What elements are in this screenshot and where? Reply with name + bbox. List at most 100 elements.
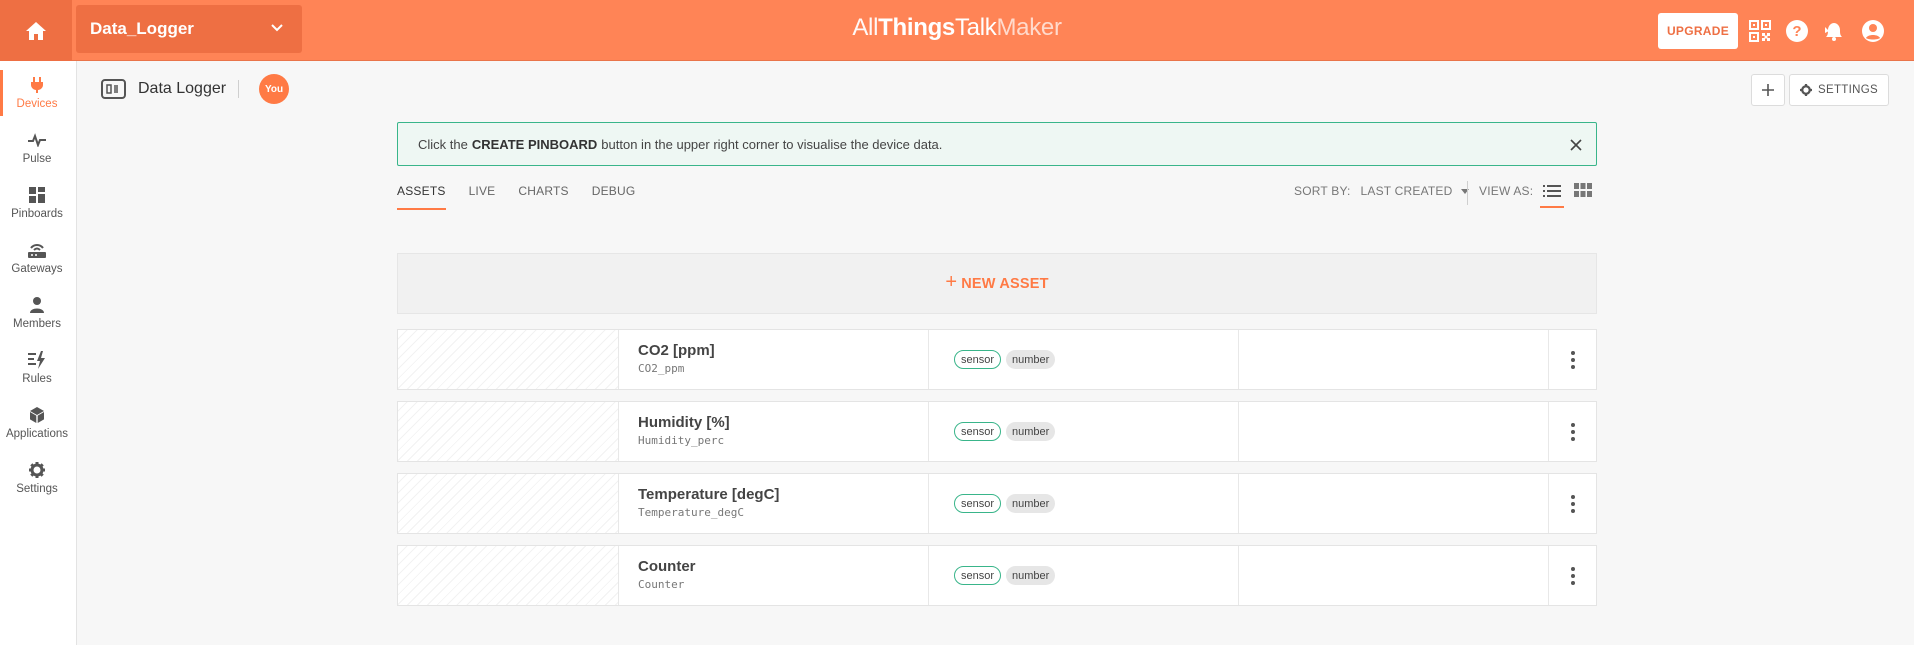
owner-badge: You bbox=[259, 74, 290, 104]
asset-name-cell: CO2 [ppm] CO2_ppm bbox=[619, 330, 929, 389]
asset-visual-placeholder bbox=[398, 402, 619, 461]
sidebar-item-pulse[interactable]: Pulse bbox=[0, 121, 74, 173]
page-title: Data Logger bbox=[138, 80, 227, 97]
more-vertical-icon bbox=[1570, 422, 1575, 441]
asset-value-cell bbox=[1239, 330, 1549, 389]
more-options-button[interactable] bbox=[1549, 330, 1596, 389]
help-icon[interactable]: ? bbox=[1784, 18, 1810, 44]
list-view-button[interactable] bbox=[1540, 182, 1564, 208]
more-options-button[interactable] bbox=[1549, 402, 1596, 461]
more-options-button[interactable] bbox=[1549, 474, 1596, 533]
tab-debug[interactable]: DEBUG bbox=[592, 184, 636, 210]
asset-title: Temperature [degC] bbox=[638, 486, 780, 503]
view-as-label: VIEW AS: bbox=[1479, 184, 1534, 198]
sort-value: LAST CREATED bbox=[1360, 184, 1453, 198]
asset-type-tag: number bbox=[1006, 422, 1056, 441]
asset-value-cell bbox=[1239, 546, 1549, 605]
svg-text:?: ? bbox=[1792, 23, 1801, 40]
sidebar-item-label: Gateways bbox=[11, 263, 63, 275]
top-bar: Data_Logger AllThingsTalkMaker UPGRADE ? bbox=[0, 0, 1914, 61]
asset-type-tag: number bbox=[1006, 566, 1056, 585]
tab-charts[interactable]: CHARTS bbox=[518, 184, 568, 210]
sidebar-item-devices[interactable]: Devices bbox=[0, 66, 74, 118]
asset-value-cell bbox=[1239, 402, 1549, 461]
account-icon[interactable] bbox=[1860, 18, 1886, 44]
asset-name: Humidity_perc bbox=[638, 434, 725, 447]
asset-title: Counter bbox=[638, 558, 696, 575]
notice-bold: CREATE PINBOARD bbox=[471, 136, 598, 152]
more-vertical-icon bbox=[1570, 566, 1575, 585]
sidebar: Devices Pulse Pinboards Gateways Members… bbox=[0, 61, 77, 645]
asset-type-tag: number bbox=[1006, 350, 1056, 369]
tab-live[interactable]: LIVE bbox=[469, 184, 496, 210]
sort-control[interactable]: SORT BY: LAST CREATED bbox=[1294, 184, 1469, 198]
new-asset-label: NEW ASSET bbox=[961, 275, 1049, 292]
close-icon[interactable] bbox=[1566, 135, 1586, 155]
table-row[interactable]: Counter Counter sensor number bbox=[397, 545, 1597, 606]
settings-label: SETTINGS bbox=[1818, 84, 1878, 96]
asset-tabs: ASSETS LIVE CHARTS DEBUG bbox=[397, 184, 658, 210]
asset-visual-placeholder bbox=[398, 546, 619, 605]
asset-kind-tag: sensor bbox=[954, 494, 1002, 513]
asset-name-cell: Temperature [degC] Temperature_degC bbox=[619, 474, 929, 533]
brand-part: All bbox=[852, 14, 879, 41]
grid-view-button[interactable] bbox=[1574, 183, 1594, 203]
rules-icon bbox=[27, 350, 47, 370]
pulse-icon bbox=[27, 130, 47, 150]
asset-visual-placeholder bbox=[398, 474, 619, 533]
sidebar-item-applications[interactable]: Applications bbox=[0, 396, 74, 448]
sidebar-item-pinboards[interactable]: Pinboards bbox=[0, 176, 74, 228]
asset-tags-cell: sensor number bbox=[929, 402, 1239, 461]
sidebar-item-label: Settings bbox=[16, 483, 58, 495]
asset-tags-cell: sensor number bbox=[929, 474, 1239, 533]
upgrade-button[interactable]: UPGRADE bbox=[1658, 13, 1738, 49]
plus-icon: + bbox=[945, 271, 958, 293]
more-options-button[interactable] bbox=[1549, 546, 1596, 605]
person-icon bbox=[27, 295, 47, 315]
sidebar-item-label: Applications bbox=[5, 428, 68, 440]
sidebar-item-label: Pinboards bbox=[11, 208, 63, 220]
table-row[interactable]: Temperature [degC] Temperature_degC sens… bbox=[397, 473, 1597, 534]
asset-name: CO2_ppm bbox=[638, 362, 685, 375]
sidebar-item-label: Rules bbox=[22, 373, 52, 385]
brand-part: Talk bbox=[954, 14, 997, 41]
asset-kind-tag: sensor bbox=[954, 422, 1002, 441]
asset-kind-tag: sensor bbox=[954, 566, 1002, 585]
cube-icon bbox=[27, 405, 47, 425]
asset-kind-tag: sensor bbox=[954, 350, 1002, 369]
asset-title: Humidity [%] bbox=[638, 414, 730, 431]
brand-part: Things bbox=[878, 14, 955, 41]
sidebar-item-label: Members bbox=[13, 318, 61, 330]
asset-name: Temperature_degC bbox=[638, 506, 744, 519]
tab-assets[interactable]: ASSETS bbox=[397, 184, 446, 210]
asset-tags-cell: sensor number bbox=[929, 546, 1239, 605]
sidebar-item-members[interactable]: Members bbox=[0, 286, 74, 338]
gateway-icon bbox=[27, 240, 47, 260]
plug-icon bbox=[27, 75, 47, 95]
table-row[interactable]: CO2 [ppm] CO2_ppm sensor number bbox=[397, 329, 1597, 390]
gear-icon bbox=[1800, 84, 1813, 96]
sidebar-item-settings[interactable]: Settings bbox=[0, 451, 74, 503]
sort-label: SORT BY: bbox=[1294, 184, 1351, 198]
sidebar-item-gateways[interactable]: Gateways bbox=[0, 231, 74, 283]
table-row[interactable]: Humidity [%] Humidity_perc sensor number bbox=[397, 401, 1597, 462]
info-banner: Click the CREATE PINBOARD button in the … bbox=[397, 122, 1597, 166]
new-asset-button[interactable]: + NEW ASSET bbox=[397, 253, 1597, 314]
sidebar-item-label: Pulse bbox=[22, 153, 52, 165]
sidebar-item-rules[interactable]: Rules bbox=[0, 341, 74, 393]
notice-prefix: Click the bbox=[418, 136, 468, 152]
device-settings-button[interactable]: SETTINGS bbox=[1789, 74, 1889, 106]
asset-type-tag: number bbox=[1006, 494, 1056, 513]
brand-part: Maker bbox=[996, 14, 1062, 41]
pinboards-icon bbox=[27, 185, 47, 205]
add-button[interactable] bbox=[1751, 74, 1785, 106]
qr-code-icon[interactable] bbox=[1747, 18, 1773, 44]
notice-suffix: button in the upper right corner to visu… bbox=[601, 136, 943, 152]
notifications-icon[interactable] bbox=[1821, 18, 1847, 44]
asset-name-cell: Humidity [%] Humidity_perc bbox=[619, 402, 929, 461]
device-icon bbox=[101, 79, 126, 99]
asset-value-cell bbox=[1239, 474, 1549, 533]
more-vertical-icon bbox=[1570, 350, 1575, 369]
gear-icon bbox=[27, 460, 47, 480]
list-icon bbox=[1543, 185, 1561, 197]
